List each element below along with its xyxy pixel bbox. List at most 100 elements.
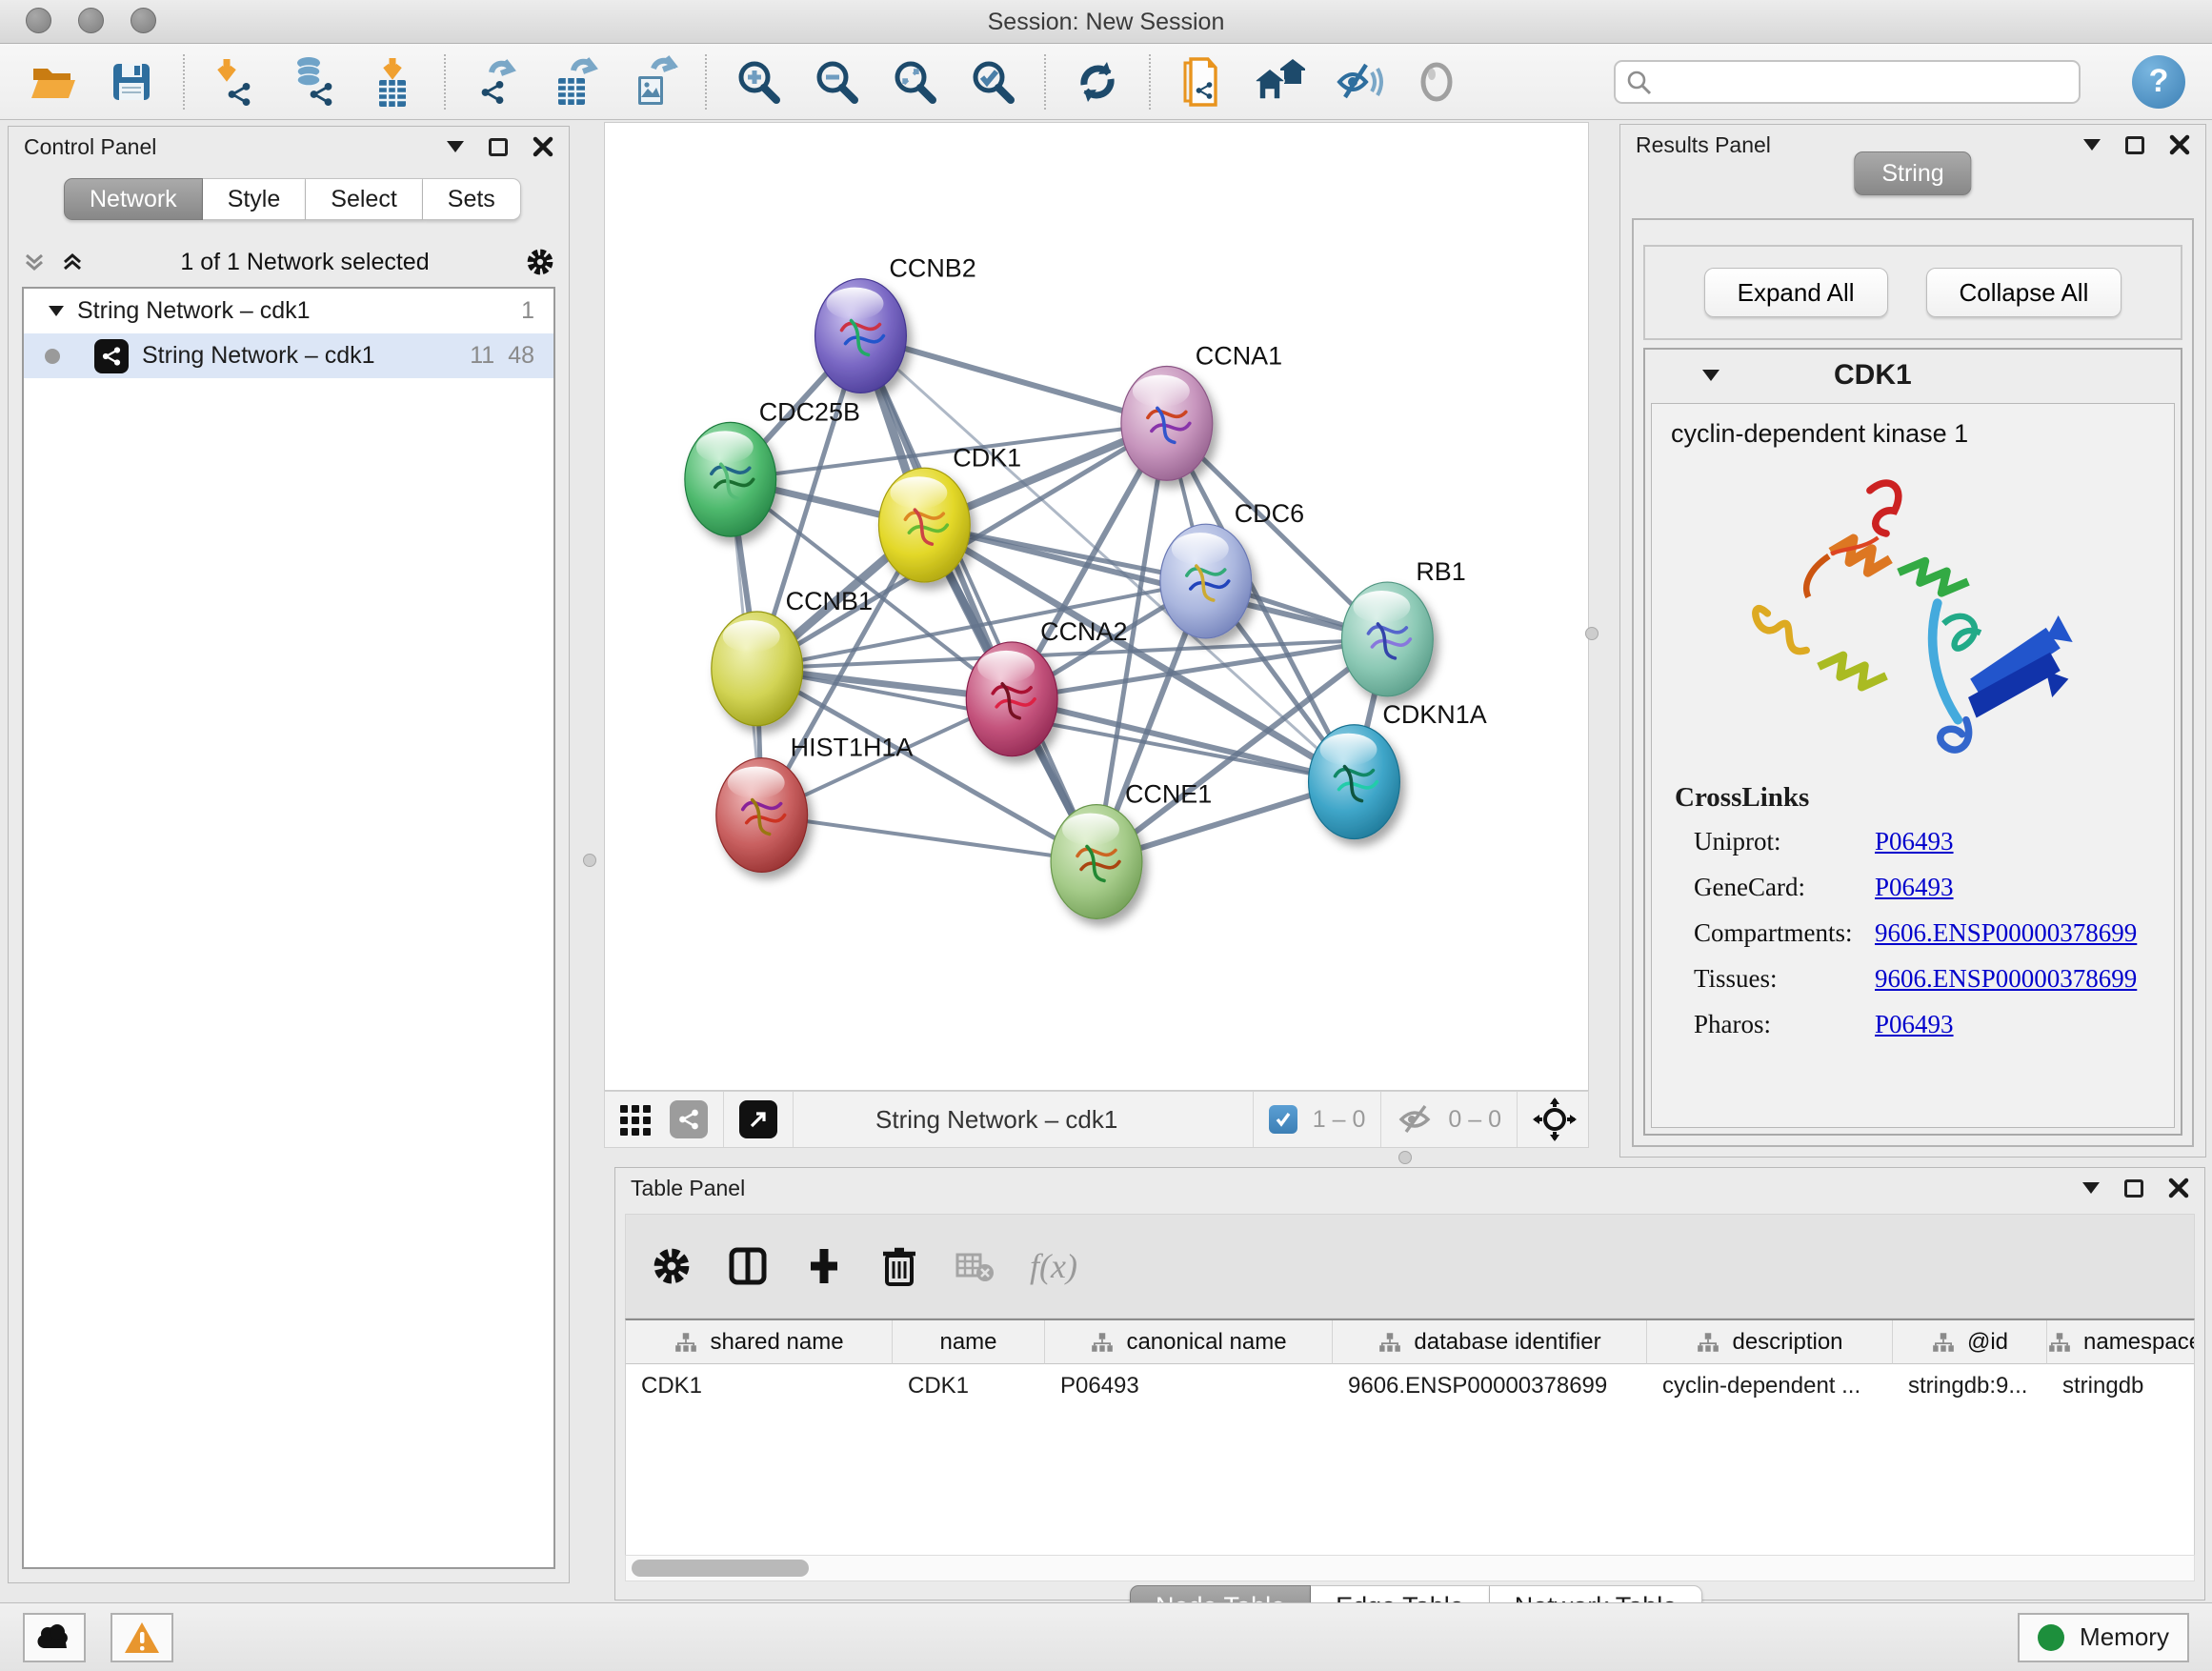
show-columns-icon[interactable]	[727, 1245, 769, 1287]
scrollbar-thumb[interactable]	[632, 1560, 809, 1577]
table-cell[interactable]: cyclin-dependent ...	[1647, 1364, 1893, 1408]
zoom-selected-button[interactable]	[966, 55, 1019, 109]
help-button[interactable]: ?	[2132, 55, 2185, 109]
export-table-button[interactable]	[549, 55, 602, 109]
expand-all-button[interactable]: Expand All	[1704, 268, 1888, 317]
column-header-database-identifier[interactable]: database identifier	[1333, 1320, 1647, 1364]
float-panel-icon[interactable]	[2125, 136, 2144, 154]
column-header-shared-name[interactable]: shared name	[626, 1320, 893, 1364]
tab-string[interactable]: String	[1854, 151, 1971, 195]
table-cell[interactable]: stringdb:9...	[1893, 1364, 2047, 1408]
splitter-grip[interactable]	[1398, 1151, 1412, 1164]
splitter-grip[interactable]	[1585, 627, 1599, 640]
close-panel-icon[interactable]	[2168, 1178, 2189, 1198]
network-node-HIST1H1A[interactable]: HIST1H1A	[716, 734, 914, 873]
tab-network[interactable]: Network	[64, 178, 203, 220]
table-cell[interactable]: CDK1	[626, 1364, 893, 1408]
export-network-button[interactable]	[471, 55, 524, 109]
detach-view-button[interactable]	[739, 1100, 777, 1138]
network-status-dot	[45, 349, 60, 364]
collapse-all-button[interactable]: Collapse All	[1926, 268, 2122, 317]
column-header-name[interactable]: name	[893, 1320, 1045, 1364]
network-view-chip[interactable]	[670, 1100, 708, 1138]
panel-menu-icon[interactable]	[2083, 139, 2101, 151]
import-network-file-button[interactable]	[210, 55, 263, 109]
open-string-document-button[interactable]	[1176, 55, 1229, 109]
crosslink-link[interactable]: 9606.ENSP00000378699	[1875, 964, 2137, 994]
network-node-CCNA1[interactable]: CCNA1	[1121, 342, 1282, 481]
hidden-eye-icon[interactable]	[1397, 1103, 1433, 1136]
close-panel-icon[interactable]	[533, 136, 553, 157]
float-panel-icon[interactable]	[489, 138, 508, 156]
gear-icon[interactable]	[651, 1245, 693, 1287]
open-session-button[interactable]	[27, 55, 80, 109]
panel-menu-icon[interactable]	[447, 141, 464, 152]
birdseye-navigator-icon[interactable]	[1533, 1097, 1577, 1141]
network-canvas[interactable]: CCNB2CCNA1CDC25BCDK1CDC6RB1CCNB1CCNA2CDK…	[604, 122, 1589, 1091]
selected-checkbox[interactable]	[1269, 1105, 1297, 1134]
node-table-header-row: shared name name canonical namedatabase id…	[626, 1320, 2194, 1364]
column-header-description[interactable]: description	[1647, 1320, 1893, 1364]
warnings-button[interactable]	[111, 1613, 173, 1662]
export-image-button[interactable]	[627, 55, 680, 109]
collection-expander-icon[interactable]	[49, 306, 64, 316]
network-node-CDKN1A[interactable]: CDKN1A	[1309, 700, 1487, 839]
gene-section-header[interactable]: CDK1	[1645, 350, 2181, 401]
network-node-CCNB2[interactable]: CCNB2	[815, 254, 976, 393]
network-edge[interactable]	[860, 336, 1166, 424]
column-header-canonical-name[interactable]: canonical name	[1045, 1320, 1333, 1364]
network-edge[interactable]	[762, 815, 1096, 862]
column-header--id[interactable]: @id	[1893, 1320, 2047, 1364]
network-label: String Network – cdk1	[142, 342, 375, 370]
table-row[interactable]: CDK1CDK1P064939606.ENSP00000378699cyclin…	[626, 1364, 2194, 1408]
network-row[interactable]: String Network – cdk1 11 48	[24, 333, 553, 378]
network-node-CCNE1[interactable]: CCNE1	[1051, 780, 1212, 919]
node-label: CCNA1	[1196, 342, 1282, 371]
gear-icon[interactable]	[525, 247, 555, 277]
panel-menu-icon[interactable]	[2082, 1182, 2100, 1194]
table-cell[interactable]: P06493	[1045, 1364, 1333, 1408]
zoom-in-button[interactable]	[732, 55, 785, 109]
table-horizontal-scrollbar[interactable]	[625, 1555, 2195, 1581]
refresh-button[interactable]	[1071, 55, 1124, 109]
float-panel-icon[interactable]	[2124, 1179, 2143, 1198]
zoom-fit-button[interactable]	[888, 55, 941, 109]
cloud-status-button[interactable]	[23, 1613, 86, 1662]
crosslink-link[interactable]: 9606.ENSP00000378699	[1875, 918, 2137, 948]
column-header-label: name	[939, 1329, 996, 1356]
tab-sets[interactable]: Sets	[423, 178, 521, 220]
close-panel-icon[interactable]	[2169, 134, 2190, 155]
toolbar-separator	[1380, 1092, 1381, 1147]
network-node-RB1[interactable]: RB1	[1341, 557, 1465, 696]
crosslink-link[interactable]: P06493	[1875, 1010, 1954, 1039]
zoom-out-button[interactable]	[810, 55, 863, 109]
table-cell[interactable]: stringdb	[2047, 1364, 2194, 1408]
column-header-namespace[interactable]: namespace	[2047, 1320, 2195, 1364]
network-collection-row[interactable]: String Network – cdk1 1	[24, 289, 553, 333]
network-node-CDC6[interactable]: CDC6	[1160, 499, 1304, 638]
hide-glass-button[interactable]	[1332, 55, 1385, 109]
search-input[interactable]	[1614, 60, 2081, 104]
table-cell[interactable]: 9606.ENSP00000378699	[1333, 1364, 1647, 1408]
string-results-content: Expand All Collapse All CDK1 cyclin-depe…	[1632, 218, 2194, 1147]
splitter-grip[interactable]	[583, 854, 596, 867]
table-cell[interactable]: CDK1	[893, 1364, 1045, 1408]
import-network-database-button[interactable]	[288, 55, 341, 109]
string-home-button[interactable]	[1254, 55, 1307, 109]
add-column-icon[interactable]	[803, 1245, 845, 1287]
tab-style[interactable]: Style	[203, 178, 307, 220]
import-table-file-button[interactable]	[366, 55, 419, 109]
crosslink-link[interactable]: P06493	[1875, 827, 1954, 856]
section-expander-icon[interactable]	[1702, 370, 1719, 381]
node-gloss-highlight	[827, 288, 884, 320]
grid-view-icon[interactable]	[616, 1100, 654, 1138]
expand-all-icon[interactable]	[60, 250, 85, 274]
crosslink-link[interactable]: P06493	[1875, 873, 1954, 902]
show-glass-button[interactable]	[1410, 55, 1463, 109]
memory-button[interactable]: Memory	[2018, 1613, 2189, 1662]
delete-column-icon[interactable]	[879, 1244, 919, 1288]
collapse-all-icon[interactable]	[22, 250, 47, 274]
save-session-button[interactable]	[105, 55, 158, 109]
gene-section-body: cyclin-dependent kinase 1	[1651, 403, 2175, 1128]
tab-select[interactable]: Select	[306, 178, 422, 220]
